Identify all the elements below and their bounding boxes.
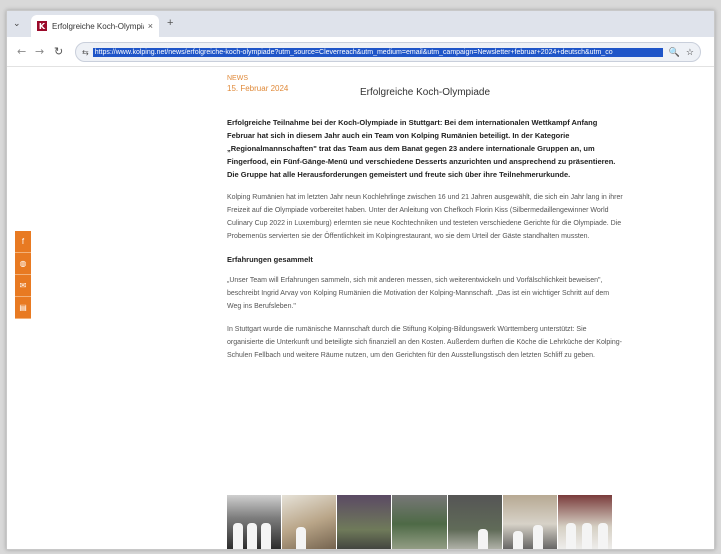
page-content: f ◍ ✉ ▤ NEWS 15. Februar 2024 Erfolgreic…: [7, 67, 714, 549]
article-paragraph: In Stuttgart wurde die rumänische Mannsc…: [227, 326, 622, 359]
print-icon[interactable]: ▤: [15, 297, 31, 319]
article-category: NEWS: [227, 75, 248, 82]
reload-icon[interactable]: ↻: [54, 45, 63, 58]
gallery-photo[interactable]: [502, 495, 558, 549]
facebook-icon[interactable]: f: [15, 231, 31, 253]
news-article: NEWS 15. Februar 2024 Erfolgreiche Koch-…: [227, 75, 623, 362]
share-icon[interactable]: ◍: [15, 253, 31, 275]
new-tab-button[interactable]: +: [167, 17, 173, 29]
gallery-photo[interactable]: [557, 495, 613, 549]
browser-window: ⌄ K Erfolgreiche Koch-Olympiade × + ← → …: [6, 10, 715, 550]
bookmark-star-icon[interactable]: ☆: [686, 47, 694, 58]
chef-figure: [247, 523, 257, 549]
gallery-photo[interactable]: [282, 495, 338, 549]
active-tab[interactable]: K Erfolgreiche Koch-Olympiade ×: [31, 15, 159, 37]
article-subheading: Erfahrungen gesammelt: [227, 255, 313, 264]
photo-gallery: [227, 495, 613, 549]
chef-figure: [477, 529, 488, 549]
tab-menu-icon[interactable]: ⌄: [13, 18, 21, 29]
url-text[interactable]: https://www.kolping.net/news/erfolgreich…: [92, 47, 663, 57]
back-icon[interactable]: ←: [17, 45, 26, 58]
social-share-bar: f ◍ ✉ ▤: [15, 231, 31, 319]
chef-figure: [597, 523, 608, 549]
mail-icon[interactable]: ✉: [15, 275, 31, 297]
gallery-photo[interactable]: [392, 495, 448, 549]
tab-bar: ⌄ K Erfolgreiche Koch-Olympiade × +: [7, 11, 714, 37]
close-tab-icon[interactable]: ×: [148, 21, 153, 31]
browser-toolbar: ← → ↻ ⇆ https://www.kolping.net/news/erf…: [7, 37, 714, 67]
site-info-icon[interactable]: ⇆: [82, 48, 89, 57]
chef-figure: [296, 527, 307, 549]
tab-title: Erfolgreiche Koch-Olympiade: [52, 21, 144, 31]
address-bar[interactable]: ⇆ https://www.kolping.net/news/erfolgrei…: [75, 42, 701, 62]
chef-figure: [532, 525, 543, 549]
article-lead: Erfolgreiche Teilnahme bei der Koch-Olym…: [227, 118, 616, 179]
kolping-favicon-icon: K: [37, 21, 47, 31]
gallery-photo[interactable]: [337, 495, 393, 549]
chef-figure: [233, 523, 243, 549]
article-paragraph: Kolping Rumänien hat im letzten Jahr neu…: [227, 194, 623, 240]
chef-figure: [581, 523, 592, 549]
chef-figure: [512, 531, 523, 549]
chef-figure: [565, 523, 576, 549]
gallery-photo[interactable]: [227, 495, 283, 549]
forward-icon[interactable]: →: [35, 45, 44, 58]
chef-figure: [261, 523, 271, 549]
zoom-icon[interactable]: 🔍: [669, 47, 680, 58]
article-paragraph: „Unser Team will Erfahrungen sammeln, si…: [227, 277, 610, 310]
gallery-photo[interactable]: [447, 495, 503, 549]
